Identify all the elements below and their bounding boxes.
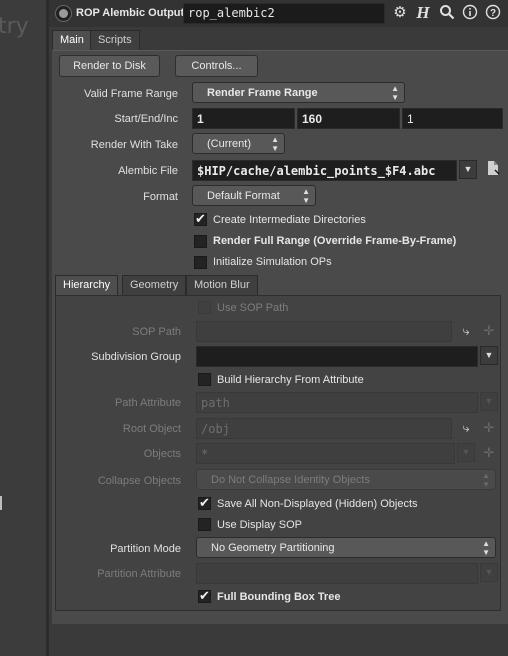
updown-arrows-icon: ▲ ▼ — [302, 187, 310, 205]
sop-path-label: SOP Path — [132, 326, 181, 338]
objects-dropdown[interactable]: ▼ — [457, 443, 475, 462]
render-full-range-checkbox[interactable] — [194, 235, 207, 248]
create-dirs-checkbox[interactable] — [194, 211, 207, 227]
path-attribute-label: Path Attribute — [114, 397, 181, 409]
format-label: Format — [143, 191, 178, 203]
tab-main[interactable]: Main — [52, 30, 92, 50]
partition-mode-label: Partition Mode — [110, 543, 181, 555]
full-bbox-tree-checkbox[interactable] — [198, 588, 211, 604]
use-sop-path-checkbox[interactable] — [198, 301, 211, 314]
subdivision-group-dropdown[interactable]: ▼ — [480, 346, 498, 365]
jump-to-node-icon[interactable]: ⤷ — [457, 419, 475, 437]
partition-mode-menu[interactable]: No Geometry Partitioning ▲ ▼ — [196, 537, 496, 558]
path-attribute-dropdown[interactable]: ▼ — [480, 392, 498, 411]
jump-to-node-icon[interactable]: ⤷ — [457, 322, 475, 340]
valid-frame-range-value: Render Frame Range — [207, 87, 318, 99]
pane-ghost-text: try — [0, 14, 29, 39]
render-with-take-value: (Current) — [207, 138, 252, 150]
pane-marker — [0, 496, 2, 510]
svg-text:?: ? — [490, 8, 496, 19]
panel-footer — [49, 624, 508, 656]
file-history-dropdown[interactable]: ▼ — [459, 160, 477, 179]
node-type-label: ROP Alembic Output — [76, 7, 185, 19]
alembic-file-label: Alembic File — [118, 165, 178, 177]
collapse-objects-menu[interactable]: Do Not Collapse Identity Objects ▲ ▼ — [196, 469, 496, 490]
collapse-objects-value: Do Not Collapse Identity Objects — [211, 474, 370, 486]
root-object-label: Root Object — [122, 423, 181, 435]
tab-geometry[interactable]: Geometry — [122, 275, 187, 295]
updown-arrows-icon: ▲ ▼ — [482, 471, 490, 489]
partition-attribute-field[interactable] — [196, 563, 478, 584]
node-chooser-icon[interactable]: ✛ — [480, 322, 498, 340]
render-to-disk-button[interactable]: Render to Disk — [59, 55, 160, 77]
partition-attribute-dropdown[interactable]: ▼ — [480, 563, 498, 582]
objects-field[interactable]: * — [196, 443, 455, 464]
gear-icon[interactable]: ⚙ — [391, 4, 409, 22]
sop-path-field[interactable] — [196, 321, 452, 342]
node-chooser-icon[interactable]: ✛ — [480, 419, 498, 437]
info-icon[interactable] — [461, 4, 479, 22]
use-display-sop-checkbox[interactable] — [198, 518, 211, 531]
help-h-icon[interactable]: H — [414, 4, 432, 22]
use-sop-path-label: Use SOP Path — [217, 302, 289, 314]
path-attribute-field[interactable]: path — [196, 392, 478, 413]
help-icon[interactable]: ? — [484, 4, 502, 22]
root-object-field[interactable]: /obj — [196, 418, 452, 439]
controls-button[interactable]: Controls... — [175, 55, 258, 77]
node-name-field[interactable]: rop_alembic2 — [183, 3, 385, 24]
tab-motion-blur[interactable]: Motion Blur — [186, 275, 258, 295]
save-hidden-checkbox[interactable] — [198, 495, 211, 511]
tab-hierarchy[interactable]: Hierarchy — [55, 275, 119, 295]
create-dirs-label: Create Intermediate Directories — [213, 214, 366, 226]
updown-arrows-icon: ▲ ▼ — [271, 135, 279, 153]
build-hierarchy-label: Build Hierarchy From Attribute — [217, 374, 364, 386]
init-sim-ops-checkbox[interactable] — [194, 256, 207, 269]
tab-scripts[interactable]: Scripts — [90, 30, 140, 50]
collapse-objects-label: Collapse Objects — [97, 475, 181, 487]
updown-arrows-icon: ▲ ▼ — [482, 539, 490, 557]
use-display-sop-label: Use Display SOP — [217, 519, 302, 531]
network-pane-strip: try — [0, 0, 46, 656]
inc-frame-field[interactable]: 1 — [402, 108, 503, 129]
start-end-inc-label: Start/End/Inc — [114, 113, 178, 125]
subdivision-group-label: Subdivision Group — [91, 351, 181, 363]
valid-frame-range-menu[interactable]: Render Frame Range ▲ ▼ — [192, 82, 405, 103]
valid-frame-range-label: Valid Frame Range — [84, 88, 178, 100]
render-with-take-menu[interactable]: (Current) ▲ ▼ — [192, 133, 285, 154]
objects-label: Objects — [143, 448, 181, 460]
render-with-take-label: Render With Take — [90, 139, 178, 151]
start-frame-field[interactable]: 1 — [192, 108, 295, 129]
node-type-icon — [55, 5, 72, 22]
partition-attribute-label: Partition Attribute — [97, 568, 181, 580]
updown-arrows-icon: ▲ ▼ — [391, 84, 399, 102]
format-menu[interactable]: Default Format ▲ ▼ — [192, 185, 316, 206]
end-frame-field[interactable]: 160 — [297, 108, 400, 129]
save-hidden-label: Save All Non-Displayed (Hidden) Objects — [217, 498, 418, 510]
partition-mode-value: No Geometry Partitioning — [211, 542, 335, 554]
node-chooser-icon[interactable]: ✛ — [480, 444, 498, 462]
render-full-range-label: Render Full Range (Override Frame-By-Fra… — [213, 235, 457, 247]
format-value: Default Format — [207, 190, 280, 202]
full-bbox-tree-label: Full Bounding Box Tree — [217, 591, 341, 603]
build-hierarchy-checkbox[interactable] — [198, 373, 211, 386]
alembic-file-field[interactable]: $HIP/cache/alembic_points_$F4.abc — [192, 160, 457, 181]
file-chooser-icon[interactable] — [484, 160, 502, 178]
subdivision-group-field[interactable] — [196, 346, 478, 367]
pane-divider[interactable] — [46, 0, 49, 656]
init-sim-ops-label: Initialize Simulation OPs — [213, 256, 332, 268]
search-icon[interactable] — [438, 4, 456, 22]
